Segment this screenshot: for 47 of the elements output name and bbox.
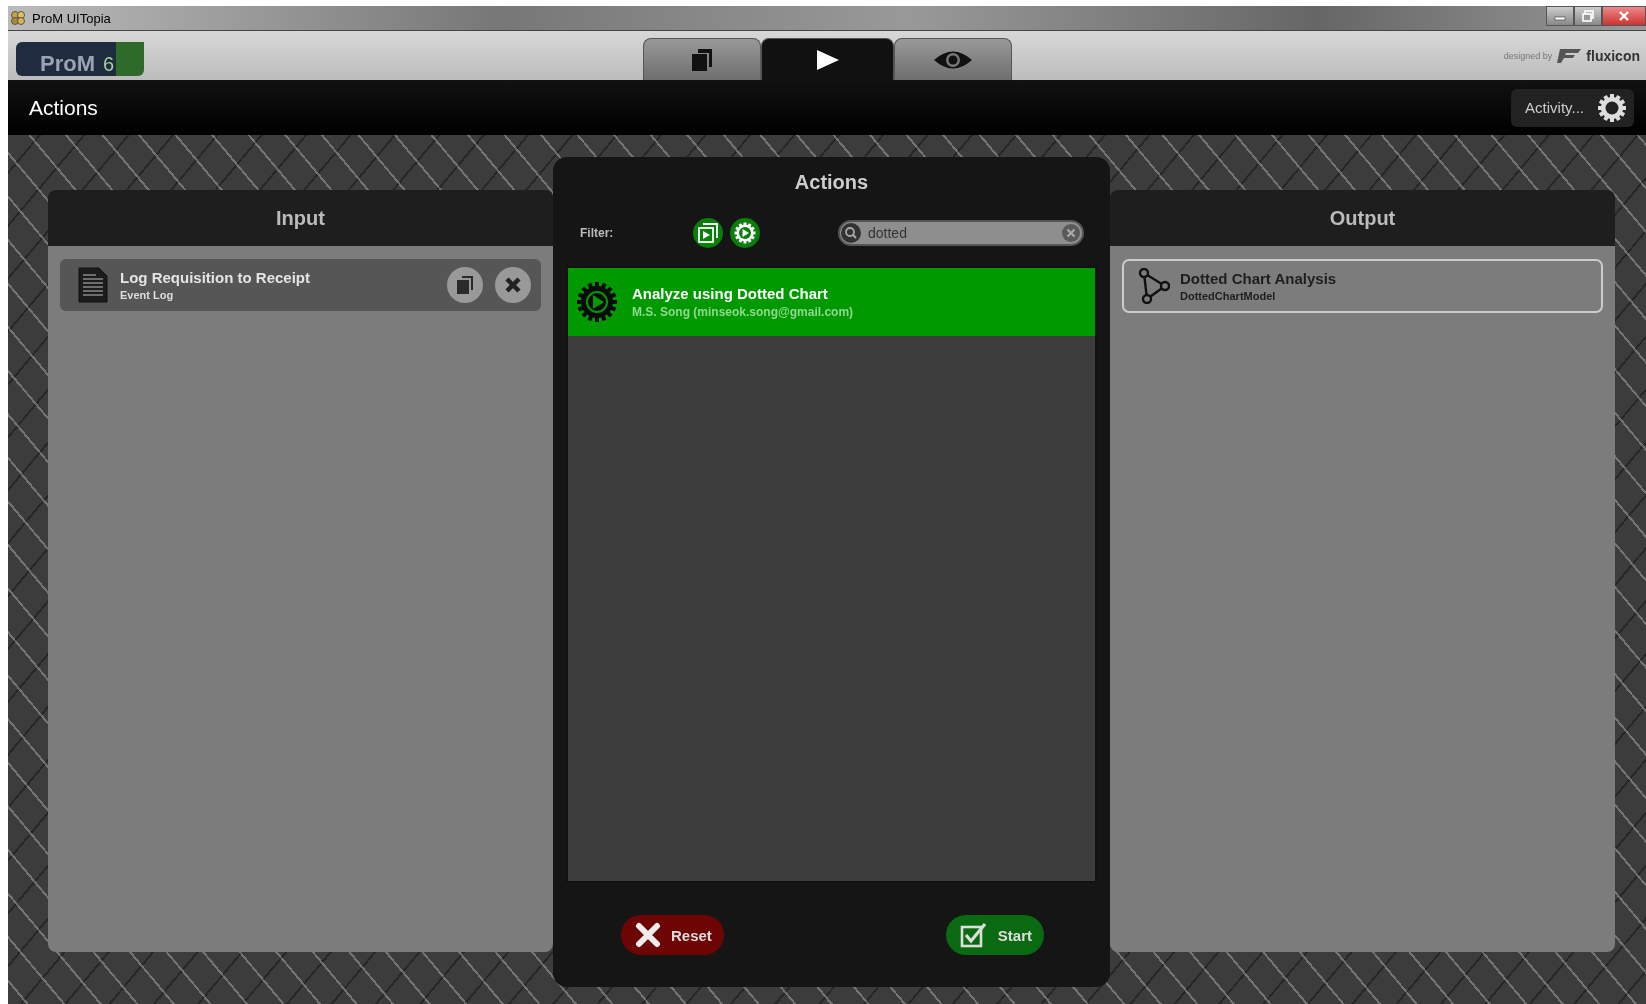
tab[interactable] (894, 38, 1012, 80)
input-item[interactable]: Log Requisition to Receipt Event Log (60, 259, 541, 311)
remove-button[interactable] (495, 267, 531, 303)
action-author: M.S. Song (minseok.song@gmail.com) (632, 305, 855, 319)
visualizer-filter-button[interactable] (693, 218, 723, 248)
search-field[interactable]: dotted (838, 220, 1084, 246)
window-title: ProM UITopia (32, 10, 111, 26)
page-title: Actions (29, 95, 98, 120)
pages-icon (456, 275, 474, 295)
item-name: Log Requisition to Receipt (120, 269, 311, 286)
restore-icon (1581, 10, 1595, 22)
app-icon (10, 10, 26, 26)
output-item[interactable]: Dotted Chart Analysis DottedChartModel (1122, 259, 1603, 313)
panel-title: Actions (794, 171, 869, 194)
plugin-filter-button[interactable] (730, 218, 760, 248)
prom-logo: ProM 6 (16, 42, 144, 76)
document-icon (78, 267, 108, 303)
restore-button[interactable] (1574, 6, 1602, 26)
action-item[interactable]: Analyze using Dotted Chart M.S. Song (minseok.song@gmail.com) (568, 268, 1095, 336)
credit-text: designed by (1503, 50, 1553, 61)
close-icon (504, 276, 522, 294)
activity-button[interactable]: Activity... (1511, 88, 1634, 127)
cross-icon (635, 922, 661, 948)
copy-button[interactable] (447, 267, 483, 303)
item-type: DottedChartModel (1180, 290, 1277, 302)
panel-title: Input (276, 206, 325, 230)
clear-icon[interactable] (1062, 224, 1080, 242)
brand-name: fluxicon (1586, 47, 1640, 64)
graph-icon (1138, 268, 1170, 304)
filter-label: Filter: (580, 226, 615, 240)
minimize-button[interactable] (1546, 6, 1574, 26)
close-button[interactable] (1602, 6, 1646, 26)
flag-icon (1556, 47, 1583, 64)
pages-icon (691, 47, 713, 72)
gear-play-icon (576, 281, 618, 323)
reset-button[interactable]: Reset (621, 915, 724, 955)
item-name: Dotted Chart Analysis (1180, 270, 1338, 287)
tab[interactable] (761, 38, 894, 80)
close-icon (1617, 10, 1631, 22)
item-type: Event Log (120, 289, 175, 301)
action-name: Analyze using Dotted Chart (632, 285, 829, 302)
start-button[interactable]: Start (945, 915, 1044, 955)
play-icon (815, 48, 840, 71)
tab[interactable] (643, 38, 761, 80)
gear-icon (1598, 93, 1626, 122)
panel-title: Output (1329, 206, 1396, 230)
checkbox-icon (959, 922, 988, 948)
